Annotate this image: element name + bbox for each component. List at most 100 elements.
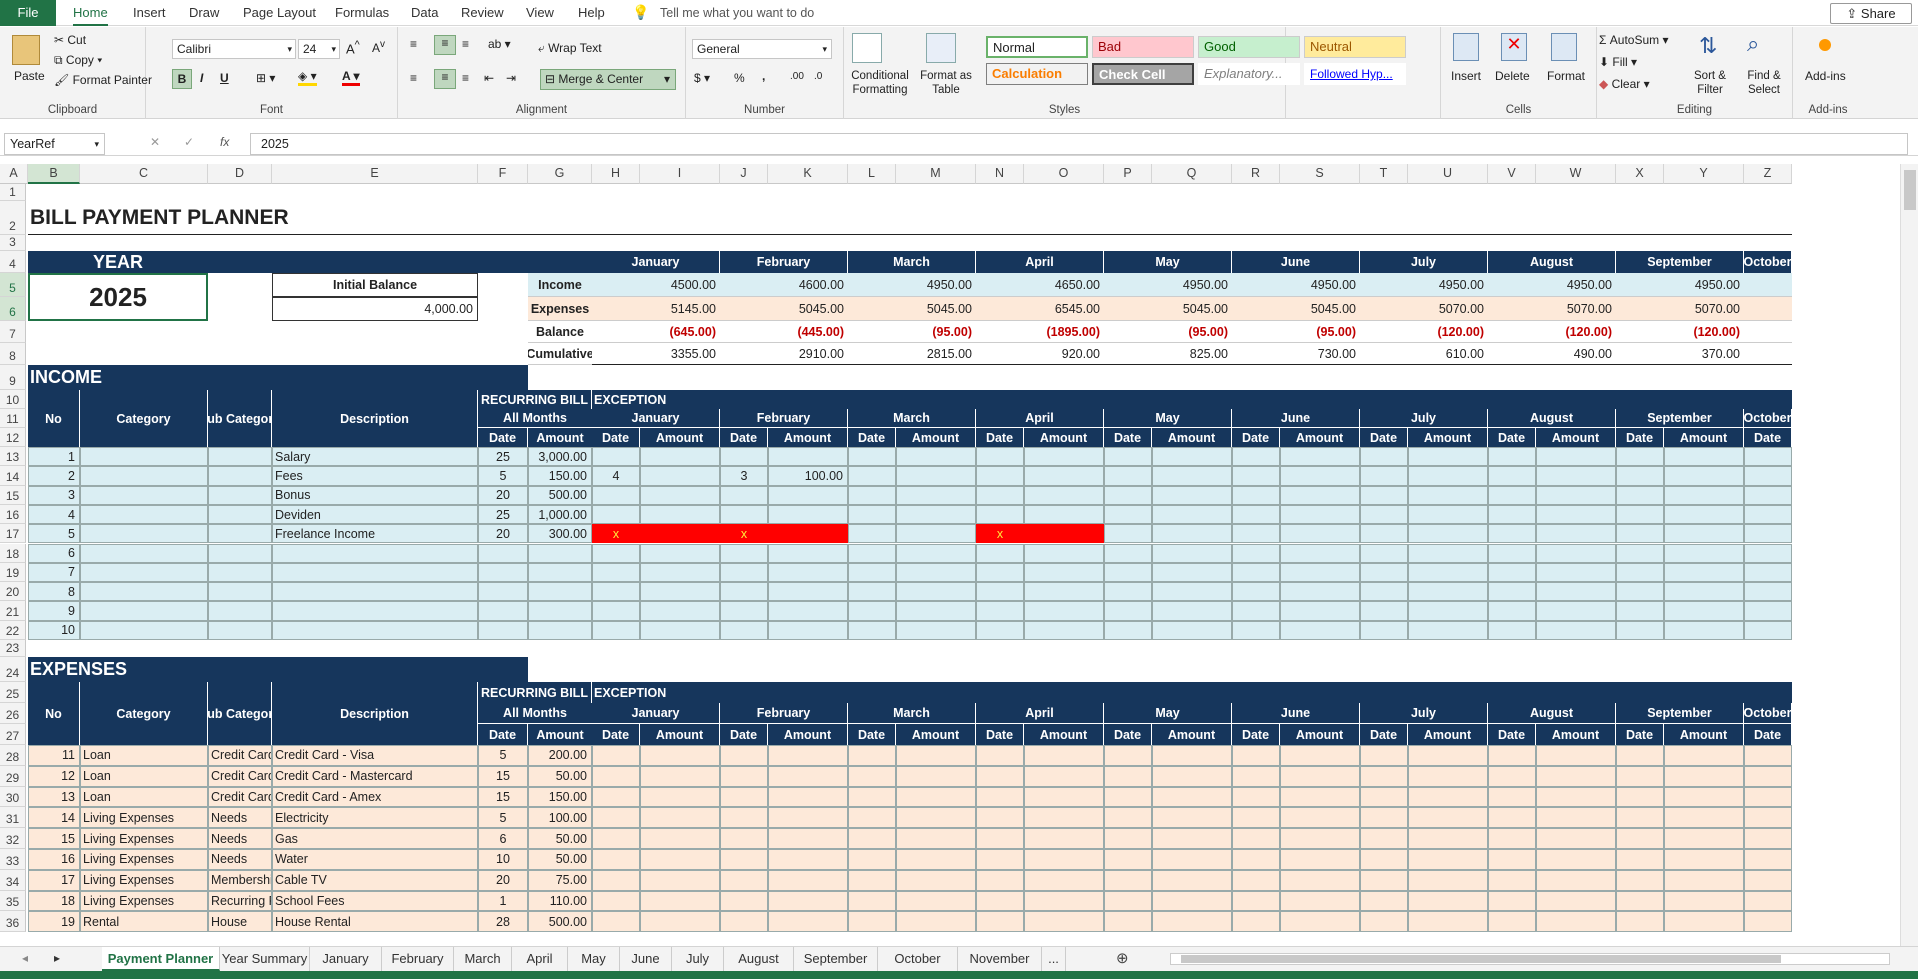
- header-date[interactable]: Date: [478, 428, 528, 447]
- exception-cell[interactable]: [1488, 745, 1536, 766]
- tab-draw[interactable]: Draw: [189, 0, 219, 26]
- exception-cell[interactable]: [1232, 582, 1280, 602]
- exception-cell[interactable]: [1152, 504, 1232, 525]
- summary-income-cell[interactable]: 4600.00: [720, 273, 848, 297]
- exception-cell[interactable]: [1280, 466, 1360, 486]
- exception-cell[interactable]: [640, 620, 720, 640]
- exception-cell[interactable]: [720, 911, 768, 933]
- exception-cell[interactable]: [1360, 601, 1408, 621]
- exception-cell[interactable]: [1488, 869, 1536, 891]
- exception-cell[interactable]: [976, 807, 1024, 829]
- exception-cell[interactable]: [1280, 601, 1360, 621]
- exception-cell[interactable]: [1024, 911, 1104, 933]
- expense-category[interactable]: Living Expenses: [80, 849, 208, 870]
- exception-cell[interactable]: [1104, 765, 1152, 787]
- exception-cell[interactable]: [1152, 524, 1232, 544]
- exception-skip-marker[interactable]: x: [976, 524, 1024, 544]
- navy-band[interactable]: [208, 251, 592, 273]
- summary-income-cell[interactable]: 4950.00: [1360, 273, 1488, 297]
- income-sub-category[interactable]: [208, 601, 272, 621]
- exception-cell[interactable]: [1488, 524, 1536, 544]
- exception-cell[interactable]: [1488, 786, 1536, 808]
- expense-sub-category[interactable]: Credit Card: [208, 765, 272, 787]
- row-header-31[interactable]: 31: [0, 807, 26, 829]
- exception-cell[interactable]: [848, 849, 896, 870]
- align-top-icon[interactable]: ≡: [410, 37, 417, 51]
- column-header-r[interactable]: R: [1232, 164, 1280, 184]
- row-header-35[interactable]: 35: [0, 890, 26, 912]
- exception-cell[interactable]: [1360, 828, 1408, 849]
- exception-cell[interactable]: [1280, 745, 1360, 766]
- income-date[interactable]: 20: [478, 485, 528, 505]
- exception-cell[interactable]: [1280, 524, 1360, 544]
- exception-date-header[interactable]: Date: [1104, 428, 1152, 447]
- exception-cell[interactable]: [896, 504, 976, 525]
- fill-button[interactable]: ⬇ Fill ▾: [1599, 55, 1637, 69]
- column-header-h[interactable]: H: [592, 164, 640, 184]
- exception-cell[interactable]: [1408, 765, 1488, 787]
- exception-cell[interactable]: [1232, 786, 1280, 808]
- month-header[interactable]: March: [848, 409, 976, 428]
- expense-description[interactable]: School Fees: [272, 890, 478, 912]
- exception-cell[interactable]: [720, 828, 768, 849]
- summary-cumulative-cell[interactable]: 610.00: [1360, 343, 1488, 365]
- exception-cell[interactable]: [976, 828, 1024, 849]
- exception-cell[interactable]: [1408, 601, 1488, 621]
- exception-cell[interactable]: [592, 485, 640, 505]
- exception-cell[interactable]: [592, 620, 640, 640]
- exception-cell[interactable]: [768, 620, 848, 640]
- exception-amount-header[interactable]: Amount: [896, 724, 976, 745]
- exception-cell[interactable]: [1616, 582, 1664, 602]
- exception-cell[interactable]: [1360, 786, 1408, 808]
- horizontal-scrollbar[interactable]: [1170, 953, 1890, 965]
- summary-month-header[interactable]: February: [720, 251, 848, 273]
- exception-date-header[interactable]: Date: [1488, 428, 1536, 447]
- summary-expenses-cell[interactable]: 5045.00: [1104, 297, 1232, 321]
- summary-month-header[interactable]: May: [1104, 251, 1232, 273]
- income-date[interactable]: 20: [478, 524, 528, 544]
- exception-cell[interactable]: [896, 745, 976, 766]
- income-description[interactable]: [272, 543, 478, 563]
- expense-date[interactable]: 15: [478, 765, 528, 787]
- fill-color-icon[interactable]: ◈ ▾: [298, 69, 317, 86]
- header-recurring-bill[interactable]: RECURRING BILL: [478, 390, 592, 409]
- decrease-indent-icon[interactable]: ⇤: [484, 71, 494, 85]
- expense-description[interactable]: Credit Card - Amex: [272, 786, 478, 808]
- exception-cell[interactable]: [1360, 890, 1408, 912]
- exception-cell[interactable]: [1408, 485, 1488, 505]
- exception-amount-header[interactable]: Amount: [1152, 428, 1232, 447]
- exception-cell[interactable]: [1536, 543, 1616, 563]
- exception-amount-header[interactable]: Amount: [1280, 724, 1360, 745]
- exception-cell[interactable]: [896, 562, 976, 583]
- summary-month-header[interactable]: August: [1488, 251, 1616, 273]
- income-amount[interactable]: 500.00: [528, 485, 592, 505]
- exception-cell[interactable]: [1232, 765, 1280, 787]
- exception-cell[interactable]: [1152, 828, 1232, 849]
- exception-cell[interactable]: [1536, 807, 1616, 829]
- file-tab[interactable]: File: [0, 0, 56, 26]
- exception-date-header[interactable]: Date: [1488, 724, 1536, 745]
- exception-cell[interactable]: [768, 765, 848, 787]
- exception-cell[interactable]: [848, 765, 896, 787]
- summary-cumulative-cell[interactable]: 730.00: [1232, 343, 1360, 365]
- share-button[interactable]: ⇪ Share: [1830, 3, 1912, 24]
- exception-cell[interactable]: [592, 849, 640, 870]
- exception-cell[interactable]: [640, 786, 720, 808]
- exception-cell[interactable]: [1360, 745, 1408, 766]
- income-amount[interactable]: 150.00: [528, 466, 592, 486]
- summary-income-cell[interactable]: [1744, 273, 1792, 297]
- summary-balance-cell[interactable]: (95.00): [1104, 321, 1232, 343]
- exception-cell[interactable]: [1024, 890, 1104, 912]
- exception-date-header[interactable]: Date: [848, 428, 896, 447]
- summary-balance-cell[interactable]: (645.00): [592, 321, 720, 343]
- exception-cell[interactable]: [640, 765, 720, 787]
- style-explanatory[interactable]: Explanatory...: [1198, 63, 1300, 85]
- income-description[interactable]: Fees: [272, 466, 478, 486]
- exception-cell[interactable]: [1616, 466, 1664, 486]
- decrease-decimal-icon[interactable]: .0: [814, 71, 822, 82]
- expense-category[interactable]: Loan: [80, 765, 208, 787]
- tab-review[interactable]: Review: [461, 0, 504, 26]
- income-date[interactable]: [478, 562, 528, 583]
- exception-amount-header[interactable]: Amount: [640, 724, 720, 745]
- tab-data[interactable]: Data: [411, 0, 438, 26]
